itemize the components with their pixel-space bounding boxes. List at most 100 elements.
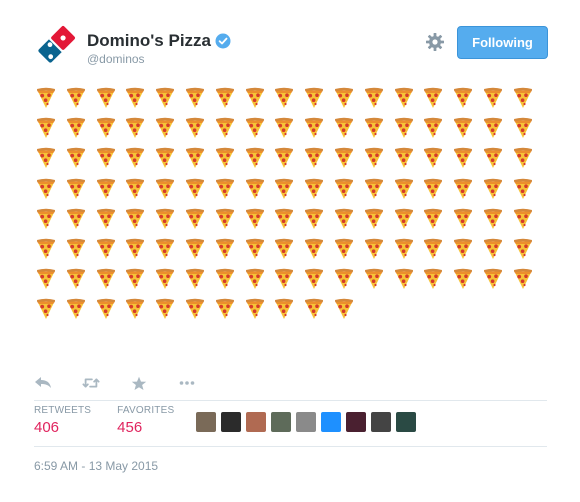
pizza-emoji	[66, 238, 85, 259]
pizza-emoji	[215, 87, 234, 108]
pizza-emoji	[156, 299, 175, 320]
display-name[interactable]: Domino's Pizza	[87, 31, 211, 51]
pizza-emoji	[37, 268, 55, 290]
pizza-emoji	[454, 148, 473, 169]
pizza-emoji	[394, 148, 413, 169]
pizza-emoji	[305, 268, 324, 290]
tweet-timestamp[interactable]: 6:59 AM - 13 May 2015	[34, 459, 158, 473]
more-icon[interactable]	[178, 375, 196, 391]
favorites-stat[interactable]: FAVORITES 456	[117, 405, 174, 436]
pizza-emoji	[394, 117, 413, 139]
pizza-emoji	[186, 299, 204, 320]
pizza-emoji	[126, 117, 145, 139]
pizza-emoji	[454, 87, 473, 108]
pizza-emoji	[96, 178, 115, 199]
pizza-emoji	[186, 87, 204, 108]
pizza-emoji	[454, 178, 473, 199]
pizza-emoji	[215, 299, 234, 320]
pizza-emoji	[305, 208, 324, 229]
pizza-emoji	[156, 87, 175, 108]
favoriter-avatar[interactable]	[196, 412, 216, 432]
pizza-emoji	[96, 238, 115, 259]
gear-icon[interactable]	[425, 32, 445, 52]
pizza-emoji	[126, 87, 145, 108]
pizza-emoji	[275, 268, 294, 290]
pizza-emoji	[305, 117, 324, 139]
retweets-stat[interactable]: RETWEETS 406	[34, 405, 91, 436]
pizza-emoji	[335, 178, 353, 199]
pizza-emoji	[424, 208, 443, 229]
following-button[interactable]: Following	[457, 26, 548, 59]
pizza-emoji	[275, 148, 294, 169]
pizza-emoji	[513, 208, 532, 229]
reply-icon[interactable]	[34, 375, 52, 391]
pizza-emoji	[186, 148, 204, 169]
pizza-emoji	[454, 117, 473, 139]
pizza-emoji	[364, 178, 383, 199]
pizza-emoji	[275, 178, 294, 199]
favoriter-avatar[interactable]	[221, 412, 241, 432]
favoriter-avatar[interactable]	[271, 412, 291, 432]
user-handle[interactable]: @dominos	[87, 52, 145, 66]
pizza-emoji	[424, 117, 443, 139]
pizza-emoji	[126, 299, 145, 320]
pizza-emoji	[335, 208, 353, 229]
pizza-emoji	[66, 208, 85, 229]
pizza-emoji	[513, 238, 532, 259]
pizza-emoji	[424, 148, 443, 169]
pizza-emoji	[484, 268, 502, 290]
favoriter-avatar[interactable]	[371, 412, 391, 432]
pizza-emoji	[364, 148, 383, 169]
pizza-emoji	[513, 148, 532, 169]
pizza-emoji	[245, 208, 264, 229]
pizza-emoji	[186, 238, 204, 259]
pizza-emoji	[484, 238, 502, 259]
pizza-emoji	[37, 299, 55, 320]
pizza-emoji	[245, 299, 264, 320]
pizza-emoji	[275, 87, 294, 108]
pizza-emoji	[96, 87, 115, 108]
pizza-emoji	[394, 178, 413, 199]
favoriter-avatar[interactable]	[246, 412, 266, 432]
favorite-icon[interactable]	[130, 375, 148, 391]
pizza-emoji	[513, 178, 532, 199]
pizza-emoji	[364, 208, 383, 229]
pizza-emoji	[37, 238, 55, 259]
pizza-emoji	[186, 268, 204, 290]
pizza-emoji	[66, 117, 85, 139]
pizza-emoji	[424, 87, 443, 108]
pizza-emoji	[513, 117, 532, 139]
favoriter-avatar[interactable]	[296, 412, 316, 432]
pizza-emoji	[424, 178, 443, 199]
pizza-emoji	[215, 238, 234, 259]
pizza-emoji	[513, 87, 532, 108]
pizza-emoji	[305, 148, 324, 169]
retweet-icon[interactable]	[82, 375, 100, 391]
pizza-emoji	[156, 148, 175, 169]
pizza-emoji	[156, 208, 175, 229]
dominos-logo[interactable]	[36, 24, 76, 66]
favoriters-avatars	[196, 412, 421, 432]
pizza-emoji	[156, 268, 175, 290]
favoriter-avatar[interactable]	[321, 412, 341, 432]
pizza-emoji	[186, 208, 204, 229]
favorites-count: 456	[117, 419, 143, 436]
pizza-emoji	[186, 117, 204, 139]
pizza-emoji	[424, 238, 443, 259]
pizza-emoji	[96, 268, 115, 290]
tweet-actions	[34, 373, 226, 393]
pizza-emoji	[186, 178, 204, 199]
favoriter-avatar[interactable]	[396, 412, 416, 432]
pizza-emoji	[454, 238, 473, 259]
pizza-emoji	[364, 117, 383, 139]
pizza-emoji	[484, 87, 502, 108]
pizza-emoji	[394, 238, 413, 259]
tweet-card: Domino's Pizza @dominos Following RETWEE…	[0, 0, 580, 502]
pizza-emoji	[275, 299, 294, 320]
pizza-emoji	[156, 238, 175, 259]
pizza-emoji	[335, 299, 353, 320]
pizza-emoji	[394, 208, 413, 229]
pizza-emoji	[215, 178, 234, 199]
favoriter-avatar[interactable]	[346, 412, 366, 432]
pizza-emoji	[156, 178, 175, 199]
